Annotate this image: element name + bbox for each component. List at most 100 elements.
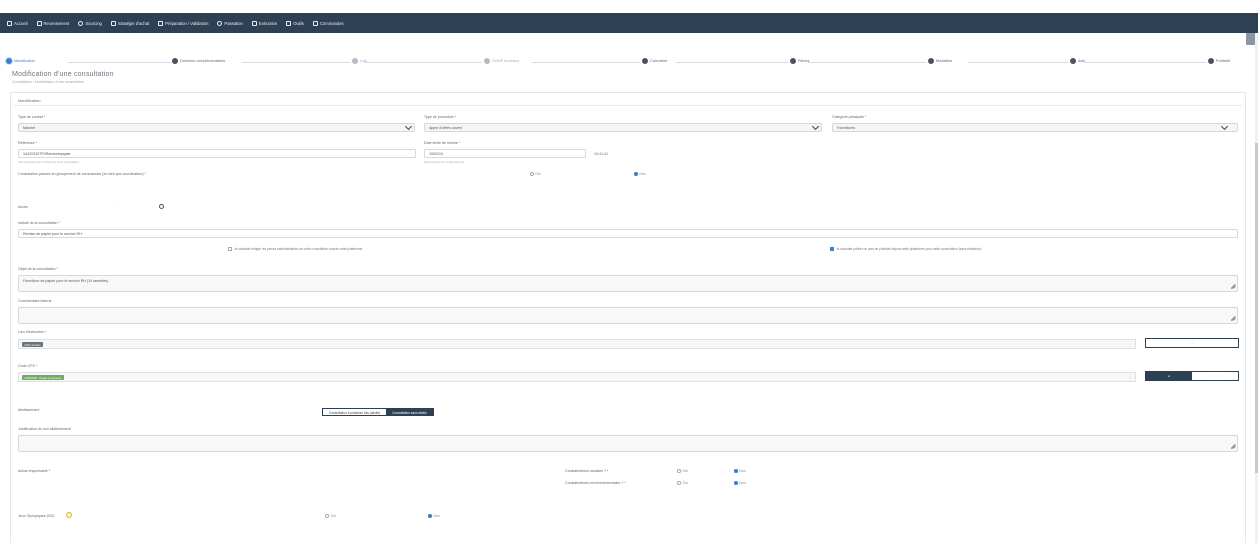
cpv-select-button[interactable]: ● ○ xyxy=(1145,371,1239,381)
step-dot xyxy=(642,58,648,64)
radio-label: Non xyxy=(433,514,440,518)
nav-sourcing[interactable]: Sourcing xyxy=(78,20,102,26)
grid-icon xyxy=(110,20,116,26)
clause-sociale-oui-radio[interactable]: Oui xyxy=(677,469,688,473)
allotissement-option-sans[interactable]: Consultation sans allotis xyxy=(386,409,433,415)
clause-env-label: Considérations environnementales ? * xyxy=(565,481,626,485)
radio-circle xyxy=(325,514,329,518)
objet-textarea[interactable]: Fourniture de papier pour le service RH … xyxy=(18,275,1238,292)
lightbulb-icon[interactable] xyxy=(66,512,72,518)
lieu-select-part[interactable]: ○ xyxy=(1146,339,1238,347)
acces-toggle[interactable]: ○ xyxy=(117,204,119,208)
step-connector xyxy=(968,61,1068,63)
resize-handle-icon[interactable] xyxy=(1230,316,1235,321)
commentaire-textarea[interactable] xyxy=(18,307,1238,324)
step-identification[interactable]: Identification xyxy=(6,58,35,64)
justification-textarea[interactable] xyxy=(18,435,1238,452)
step-label: Pièces xyxy=(798,59,810,63)
step-dot xyxy=(484,58,490,64)
nav-accueil[interactable]: Accueil xyxy=(7,20,28,26)
type-contrat-select[interactable]: Marché xyxy=(18,123,415,132)
info-icon xyxy=(217,20,223,26)
step-label: Identification xyxy=(14,59,36,63)
clause-env-non-radio[interactable]: Non xyxy=(734,481,746,485)
breadcrumb-link[interactable]: Consultation xyxy=(12,80,32,84)
achat-responsable-label: Achat responsable * xyxy=(18,469,51,473)
step-avis[interactable]: Avis xyxy=(1070,58,1085,64)
calendar-icon xyxy=(312,20,318,26)
categorie-select[interactable]: Fournitures xyxy=(832,123,1238,132)
nav-preparation[interactable]: Préparation / Validation xyxy=(158,20,208,26)
nav-execution[interactable]: Exécution xyxy=(251,20,277,26)
search-icon xyxy=(78,20,84,26)
step-dot xyxy=(1070,58,1076,64)
radio-label: Oui xyxy=(330,514,336,518)
intitule-input[interactable]: Remise de papier pour le service RH xyxy=(18,229,1238,238)
reference-hint: Aide à la saisie de la référence de la c… xyxy=(18,160,79,164)
radio-label: Oui xyxy=(682,469,688,473)
radio-label: Non xyxy=(739,469,746,473)
cpv-tag[interactable]: 30197630 - Papier à imprimer xyxy=(22,374,65,380)
cpv-tag-input[interactable]: × xyxy=(18,372,1136,382)
reference-input[interactable]: 1A1202327P2Remiselepapier xyxy=(18,149,416,158)
radio-label: Non xyxy=(639,172,646,176)
clause-sociale-non-radio[interactable]: Non xyxy=(734,469,746,473)
allotissement-option-allotie[interactable]: Consultation à plusieurs lots (allotie) xyxy=(323,409,387,415)
nav-recensement[interactable]: Recensement xyxy=(36,20,69,26)
radio-label: Oui xyxy=(682,481,688,485)
date-limite-input[interactable]: 15/02/24 xyxy=(424,149,586,158)
allotissement-toggle: Consultation à plusieurs lots (allotie) … xyxy=(322,408,434,416)
section-divider xyxy=(14,105,1242,106)
jeux-non-radio[interactable]: Non xyxy=(428,514,440,518)
step-publicite[interactable]: Publicité xyxy=(1208,58,1230,64)
home-icon xyxy=(7,20,12,26)
step-modalites[interactable]: Modalités xyxy=(928,58,952,64)
step-label: Données complémentaires xyxy=(180,59,226,63)
groupement-label: Consultation passée en groupement de com… xyxy=(18,172,147,176)
step-label: Modalités xyxy=(936,59,953,63)
step-pieces[interactable]: Pièces xyxy=(790,58,809,64)
step-connector xyxy=(1084,61,1206,63)
type-procedure-select[interactable]: Appel d'offres ouvert xyxy=(424,123,822,132)
clear-icon[interactable]: × xyxy=(1129,376,1131,380)
nav-commandes[interactable]: Commandes xyxy=(312,20,344,26)
nav-passation[interactable]: Passation xyxy=(217,20,243,26)
clause-env-oui-radio[interactable]: Oui xyxy=(677,481,688,485)
chevron-down-icon xyxy=(1221,124,1227,130)
step-dume-acheteur[interactable]: DUME Acheteur xyxy=(484,58,519,64)
publier-avis-checkbox[interactable]: Je souhaite publier un avis de publicité… xyxy=(830,247,981,251)
breadcrumb-current: Modification d'une consultation xyxy=(34,80,85,84)
nav-accueil-label: Accueil xyxy=(14,20,28,26)
radio-label: Non xyxy=(739,481,746,485)
jeux-oui-radio[interactable]: Oui xyxy=(325,514,336,518)
resize-handle-icon[interactable] xyxy=(1230,284,1235,289)
step-calendrier[interactable]: Calendrier xyxy=(642,58,668,64)
step-connector xyxy=(364,61,482,63)
step-dot xyxy=(928,58,934,64)
cpv-label: Code CPV * xyxy=(18,364,38,368)
section-title: Identification xyxy=(18,98,41,103)
clear-icon[interactable]: × xyxy=(1129,343,1131,347)
groupement-non-radio[interactable]: Non xyxy=(634,172,646,176)
step-lots[interactable]: Lots xyxy=(352,58,367,64)
cpv-select-part[interactable]: ○ xyxy=(1192,372,1239,380)
nav-strategie[interactable]: Stratégie d'achat xyxy=(110,20,149,26)
pen-icon xyxy=(158,20,164,26)
rediger-pieces-checkbox[interactable]: Je souhaite rédiger les pièces administr… xyxy=(228,247,362,251)
lieu-select-button[interactable]: ○ xyxy=(1145,338,1239,348)
radio-circle xyxy=(677,481,681,485)
info-icon[interactable] xyxy=(159,204,164,209)
lieu-tag[interactable]: (00) Lorraine xyxy=(22,341,44,347)
lieu-label: Lieu d'exécution * xyxy=(18,330,47,334)
cpv-select-part-active[interactable]: ● xyxy=(1146,372,1192,380)
heure-limite[interactable]: 10:41:41 xyxy=(594,152,608,156)
date-limite-hint: Date et heure de remise des plis xyxy=(424,160,465,164)
lieu-tag-input[interactable]: × xyxy=(18,339,1136,349)
resize-handle-icon[interactable] xyxy=(1230,444,1235,449)
step-donnees-complementaires[interactable]: Données complémentaires xyxy=(172,58,225,64)
nav-passation-label: Passation xyxy=(224,20,243,26)
nav-outils[interactable]: Outils xyxy=(286,20,304,26)
allotissement-label: Allotissement xyxy=(18,408,40,412)
wrench-icon xyxy=(286,20,292,26)
groupement-oui-radio[interactable]: Oui xyxy=(530,172,541,176)
